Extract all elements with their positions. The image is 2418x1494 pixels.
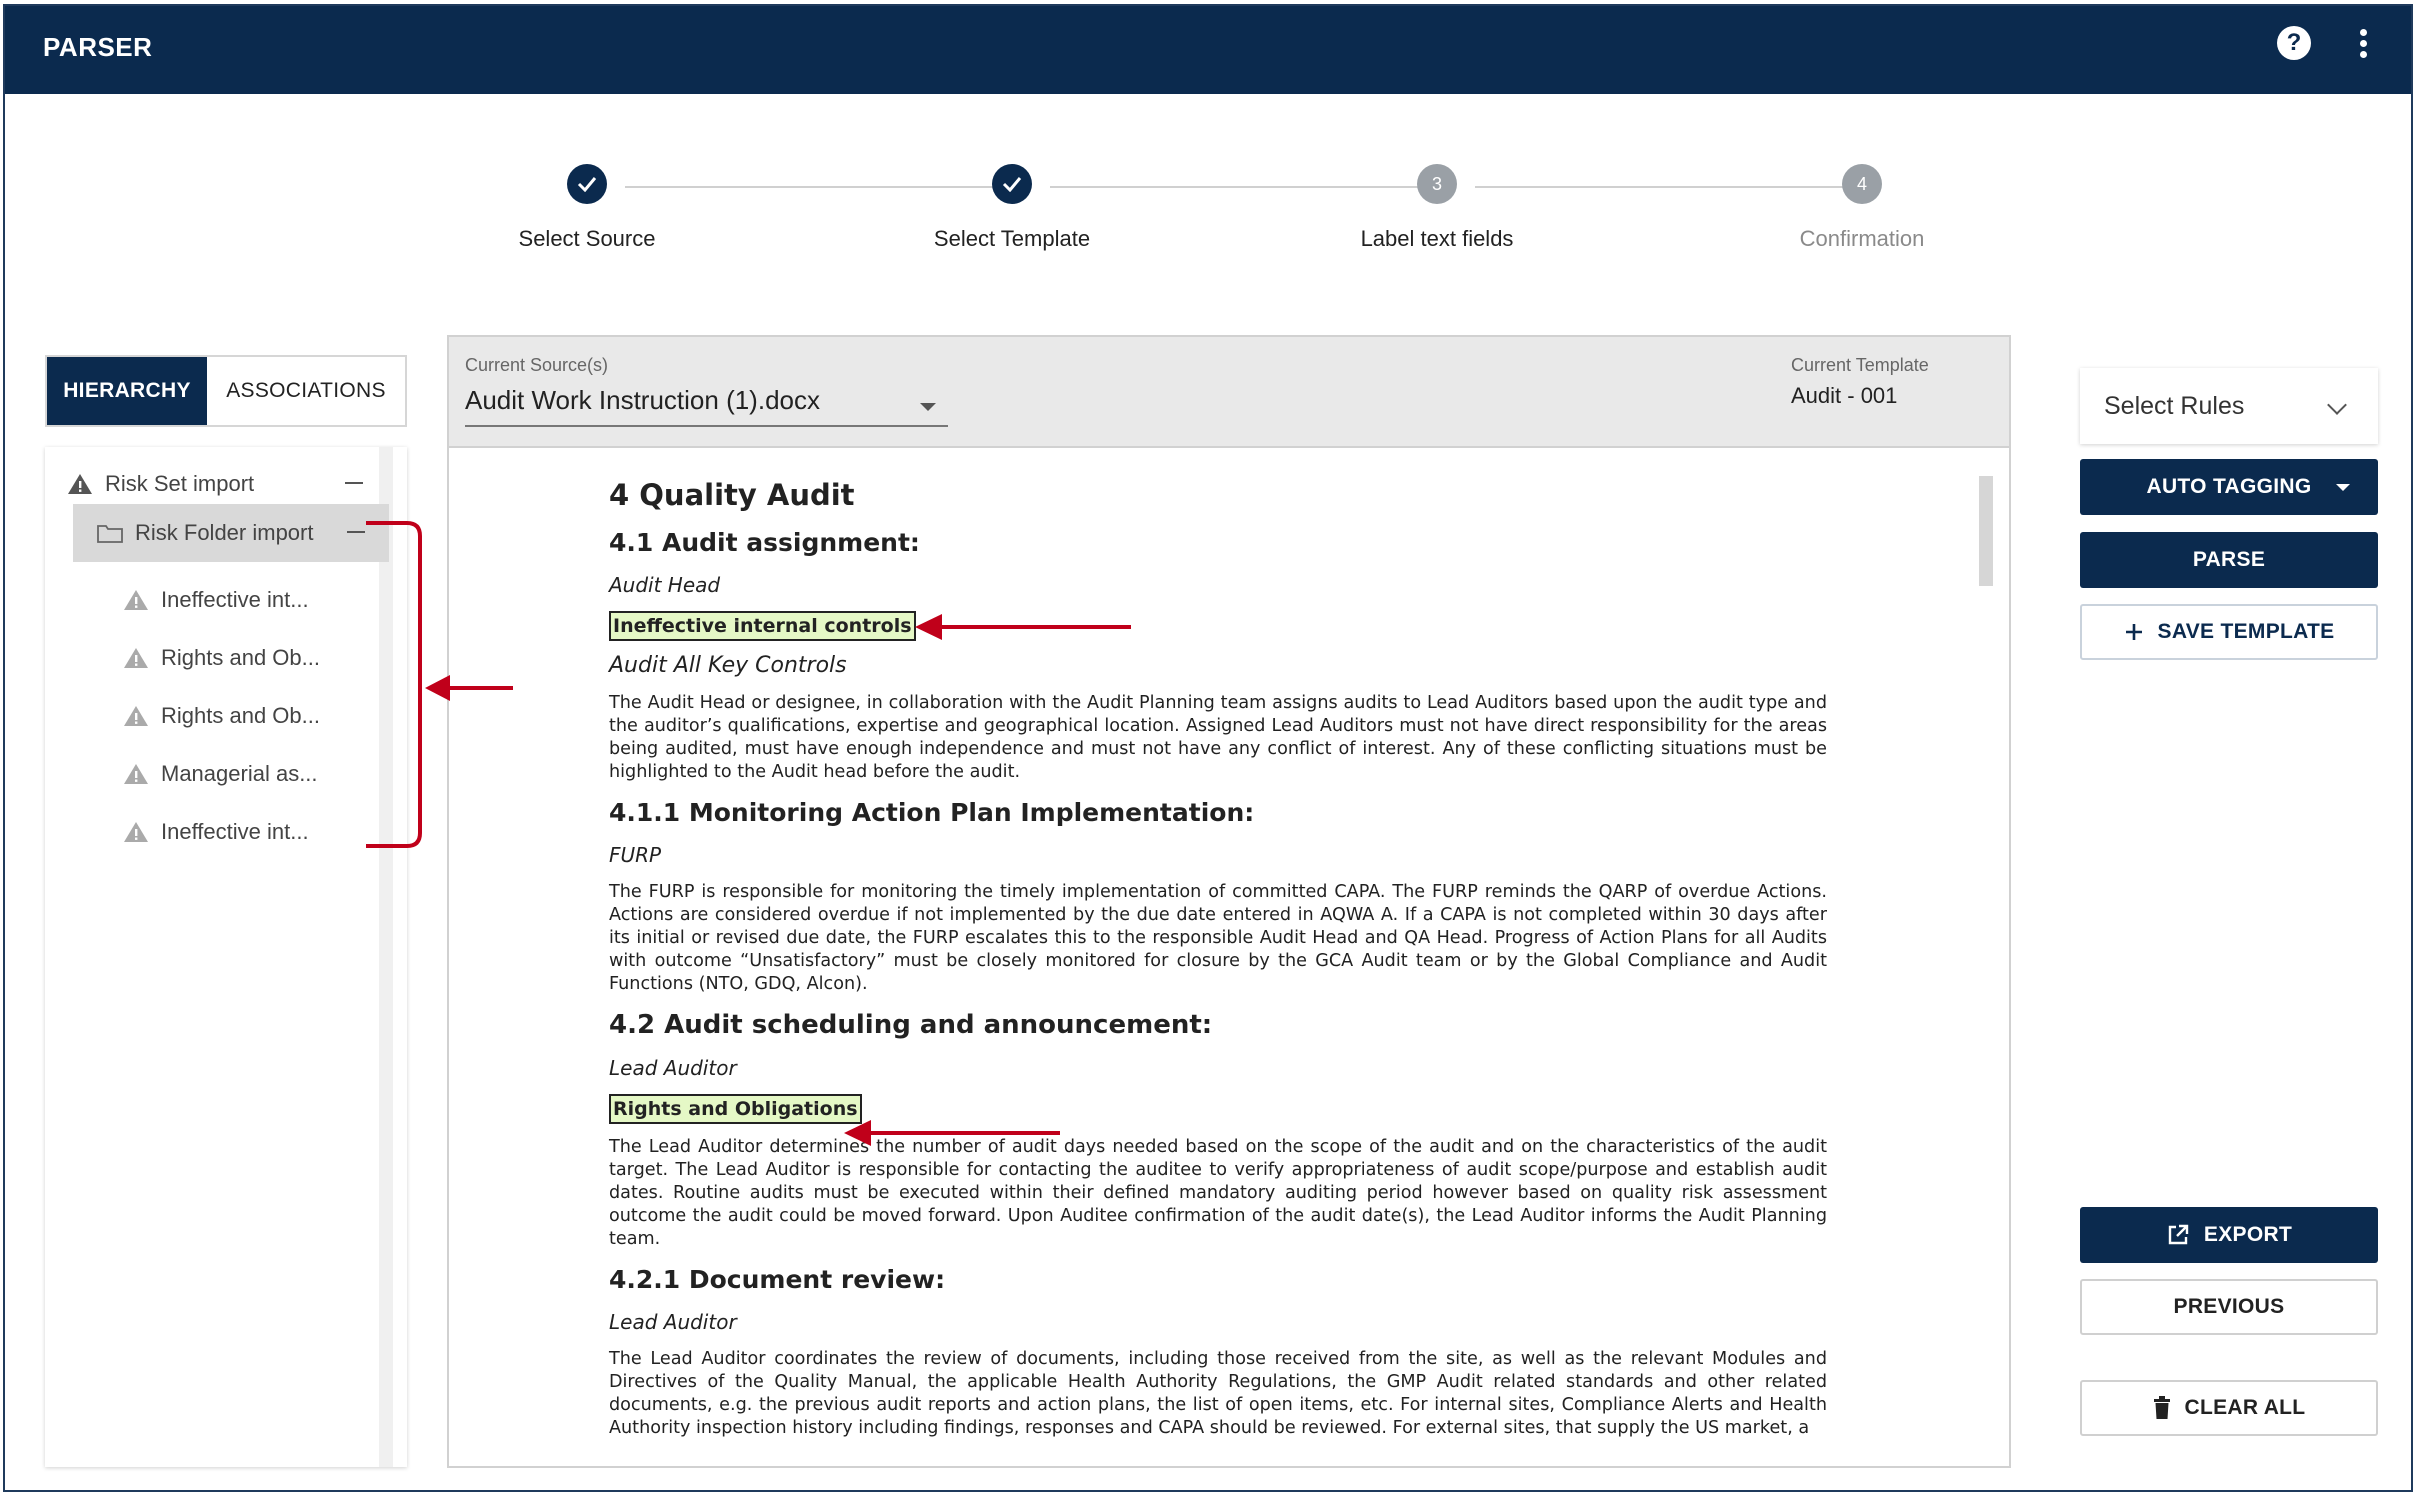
check-icon (567, 164, 607, 204)
tree-node-label: Ineffective int... (161, 819, 309, 844)
clear-all-button[interactable]: CLEAR ALL (2080, 1380, 2378, 1436)
heading-4-1-1: 4.1.1 Monitoring Action Plan Implementat… (609, 798, 1255, 827)
trash-icon (2153, 1396, 2171, 1420)
paragraph: The Lead Auditor coordinates the review … (609, 1349, 1827, 1438)
more-vert-icon[interactable] (2357, 26, 2369, 62)
role-text: Lead Auditor (609, 1310, 737, 1334)
step-number: 3 (1417, 164, 1457, 204)
step-label: Select Template (933, 226, 1091, 251)
document-content: 4 Quality Audit 4.1 Audit assignment: Au… (609, 478, 1827, 1454)
step-label: Select Source (518, 226, 656, 251)
tree-node-risk[interactable]: Managerial as... (123, 745, 383, 803)
check-icon (992, 164, 1032, 204)
document-viewer[interactable]: 4 Quality Audit 4.1 Audit assignment: Au… (447, 448, 2011, 1468)
tagged-text[interactable]: Ineffective internal controls (609, 611, 916, 641)
document-scrollbar[interactable] (1979, 476, 1993, 586)
step-number: 4 (1842, 164, 1882, 204)
save-template-button[interactable]: SAVE TEMPLATE (2080, 604, 2378, 660)
role-text: Audit All Key Controls (609, 653, 847, 678)
collapse-icon[interactable] (347, 531, 365, 533)
view-tabs: HIERARCHY ASSOCIATIONS (45, 355, 407, 427)
previous-label: PREVIOUS (2173, 1295, 2285, 1318)
select-rules-label: Select Rules (2104, 392, 2245, 420)
tree-node-label: Ineffective int... (161, 587, 309, 612)
export-label: EXPORT (2203, 1223, 2293, 1246)
step-confirmation[interactable]: 4 Confirmation (1712, 164, 2012, 252)
step-select-source[interactable]: Select Source (437, 164, 737, 252)
source-caption: Current Source(s) (465, 355, 609, 375)
tree-node-risk[interactable]: Ineffective int... (123, 803, 383, 861)
warning-icon (68, 474, 92, 494)
export-button[interactable]: EXPORT (2080, 1207, 2378, 1263)
previous-button[interactable]: PREVIOUS (2080, 1279, 2378, 1335)
source-bar: Current Source(s) Audit Work Instruction… (447, 335, 2011, 448)
paragraph: The Audit Head or designee, in collabora… (609, 693, 1827, 782)
step-label-text-fields[interactable]: 3 Label text fields (1287, 164, 1587, 252)
parse-button[interactable]: PARSE (2080, 532, 2378, 588)
template-caption: Current Template (1791, 355, 1929, 375)
heading-4: 4 Quality Audit (609, 478, 855, 512)
collapse-icon[interactable] (345, 482, 363, 484)
warning-icon (124, 764, 148, 784)
tree-node-risk[interactable]: Rights and Ob... (123, 629, 383, 687)
heading-4-1: 4.1 Audit assignment: (609, 528, 920, 557)
step-label: Label text fields (1360, 226, 1514, 251)
select-rules-dropdown[interactable]: Select Rules (2080, 368, 2378, 444)
chevron-down-icon (2327, 395, 2347, 415)
tree-node-risk-folder[interactable]: Risk Folder import (73, 504, 389, 562)
tree-node-label: Rights and Ob... (161, 703, 320, 728)
tree-node-label: Risk Folder import (135, 520, 314, 545)
tree-node-label: Rights and Ob... (161, 645, 320, 670)
tab-associations[interactable]: ASSOCIATIONS (207, 357, 405, 425)
tree-node-risk[interactable]: Ineffective int... (123, 571, 383, 629)
tree-node-label: Managerial as... (161, 761, 318, 786)
role-text: Audit Head (609, 573, 721, 597)
heading-4-2: 4.2 Audit scheduling and announcement: (609, 1010, 1213, 1040)
paragraph: The Lead Auditor determines the number o… (609, 1137, 1827, 1249)
dropdown-arrow-icon (920, 403, 936, 411)
tree-node-label: Risk Set import (105, 471, 255, 496)
tagged-text[interactable]: Rights and Obligations (609, 1094, 862, 1124)
help-icon[interactable]: ? (2277, 26, 2311, 60)
hierarchy-tree: Risk Set import Risk Folder import Ineff… (45, 447, 407, 1467)
role-text: Lead Auditor (609, 1056, 737, 1080)
step-label: Confirmation (1799, 226, 1925, 251)
plus-icon (2124, 622, 2144, 642)
caret-down-icon[interactable] (2336, 484, 2350, 491)
open-in-new-icon (2166, 1223, 2190, 1247)
warning-icon (124, 590, 148, 610)
role-text: FURP (609, 843, 662, 867)
warning-icon (124, 706, 148, 726)
tree-node-risk[interactable]: Rights and Ob... (123, 687, 383, 745)
auto-tagging-button[interactable]: AUTO TAGGING (2080, 459, 2378, 515)
warning-icon (124, 822, 148, 842)
folder-icon (97, 525, 123, 543)
app-title: PARSER (43, 32, 153, 62)
warning-icon (124, 648, 148, 668)
heading-4-2-1: 4.2.1 Document review: (609, 1265, 946, 1294)
step-select-template[interactable]: Select Template (862, 164, 1162, 252)
clear-all-label: CLEAR ALL (2184, 1396, 2306, 1419)
paragraph: The FURP is responsible for monitoring t… (609, 882, 1827, 994)
parse-label: PARSE (2192, 548, 2266, 571)
auto-tagging-label: AUTO TAGGING (2146, 475, 2312, 498)
tab-hierarchy[interactable]: HIERARCHY (47, 357, 207, 425)
source-select[interactable]: Audit Work Instruction (1).docx (465, 385, 948, 427)
save-template-label: SAVE TEMPLATE (2157, 620, 2335, 643)
stepper: Select Source Select Template 3 Label te… (5, 146, 2411, 286)
top-bar: PARSER ? (5, 6, 2411, 94)
source-value: Audit Work Instruction (1).docx (465, 385, 820, 415)
template-value: Audit - 001 (1791, 383, 1898, 408)
app-window: PARSER ? Select Source Select Template 3… (3, 4, 2413, 1492)
